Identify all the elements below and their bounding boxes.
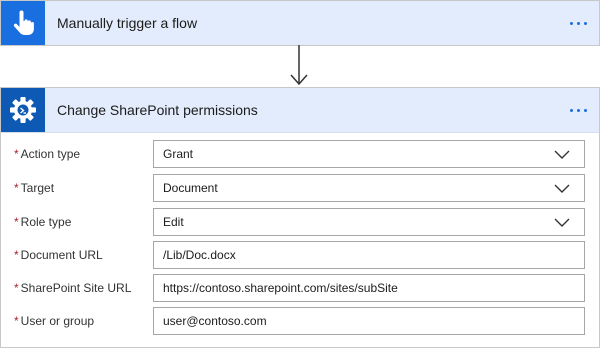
chevron-down-icon xyxy=(554,218,570,227)
touch-hand-icon xyxy=(1,1,45,45)
trigger-more-options-icon[interactable] xyxy=(570,1,587,45)
action-more-options-icon[interactable] xyxy=(570,88,587,132)
field-role-type: * Role type Edit xyxy=(1,208,599,236)
trigger-title: Manually trigger a flow xyxy=(57,15,198,31)
action-card-header[interactable]: Change SharePoint permissions xyxy=(1,88,599,133)
action-card[interactable]: Change SharePoint permissions * Action ty… xyxy=(0,87,600,348)
role-type-dropdown[interactable]: Edit xyxy=(153,208,585,236)
field-document-url: * Document URL /Lib/Doc.docx xyxy=(1,241,599,269)
chevron-down-icon xyxy=(554,184,570,193)
user-or-group-input[interactable]: user@contoso.com xyxy=(153,307,585,335)
action-title: Change SharePoint permissions xyxy=(57,102,258,118)
trigger-card[interactable]: Manually trigger a flow xyxy=(0,0,600,46)
down-arrow-icon xyxy=(290,45,308,86)
field-label: * Target xyxy=(14,181,55,195)
trigger-card-header[interactable]: Manually trigger a flow xyxy=(1,1,599,45)
field-label: * User or group xyxy=(14,314,95,328)
field-action-type: * Action type Grant xyxy=(1,140,599,168)
action-type-dropdown[interactable]: Grant xyxy=(153,140,585,168)
gear-icon xyxy=(1,88,45,132)
field-label: * Document URL xyxy=(14,248,103,262)
field-label: * Action type xyxy=(14,147,81,161)
document-url-input[interactable]: /Lib/Doc.docx xyxy=(153,241,585,269)
field-label: * Role type xyxy=(14,215,72,229)
field-target: * Target Document xyxy=(1,174,599,202)
target-dropdown[interactable]: Document xyxy=(153,174,585,202)
chevron-down-icon xyxy=(554,150,570,159)
field-sharepoint-site-url: * SharePoint Site URL https://contoso.sha… xyxy=(1,274,599,302)
field-user-or-group: * User or group user@contoso.com xyxy=(1,307,599,335)
sharepoint-site-url-input[interactable]: https://contoso.sharepoint.com/sites/sub… xyxy=(153,274,585,302)
field-label: * SharePoint Site URL xyxy=(14,281,132,295)
